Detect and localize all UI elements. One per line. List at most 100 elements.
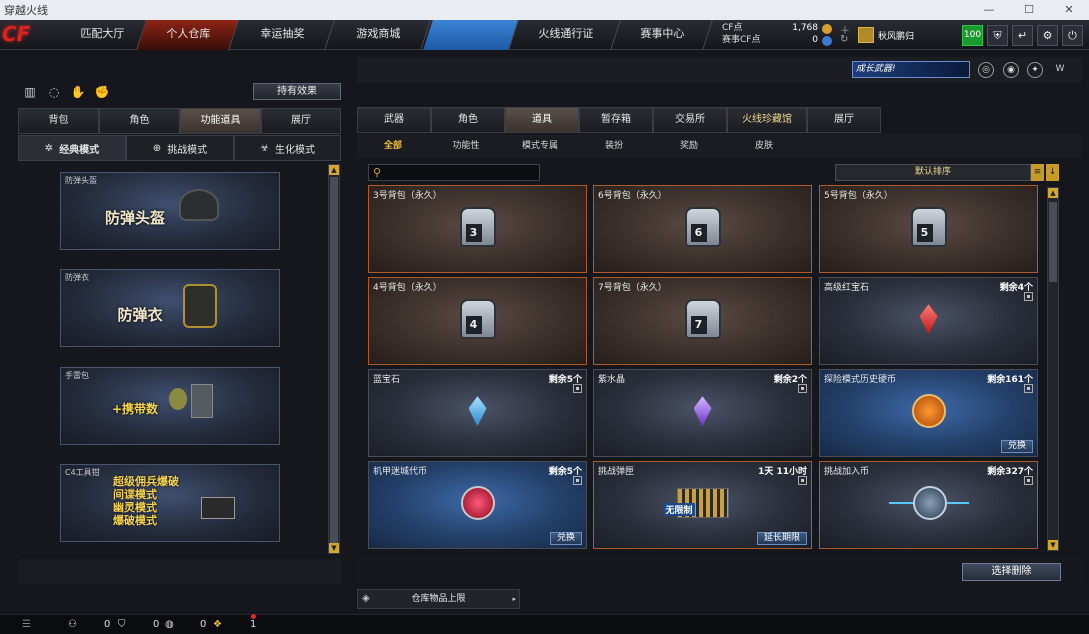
item-card[interactable]: 挑战弹匣 1天 11小时 ▪ 无限制 延长期限 xyxy=(593,461,812,549)
tab-weapons[interactable]: 武器 xyxy=(357,107,431,133)
exchange-button[interactable]: 兑换 xyxy=(1000,440,1033,453)
level-badge[interactable]: 100 xyxy=(962,25,983,46)
item-card[interactable]: 7号背包（永久） 7 xyxy=(593,277,812,365)
subtab-costume[interactable]: 装扮 xyxy=(577,134,651,158)
growth-weapon-banner[interactable]: 成长武器! xyxy=(852,61,970,78)
extend-button[interactable]: 延长期限 xyxy=(756,532,807,545)
tab-collection[interactable]: 火线珍藏馆 xyxy=(727,107,807,133)
item-card[interactable]: 挑战加入币 剩余327个 ▪ xyxy=(819,461,1038,549)
menu-icon[interactable]: ☰ xyxy=(22,618,31,632)
tab-characters[interactable]: 角色 xyxy=(431,107,505,133)
tab-functional-items[interactable]: 功能道具 xyxy=(180,108,261,134)
mode-label: 经典模式 xyxy=(59,144,100,156)
item-card[interactable]: 高级红宝石 剩余4个 ▪ xyxy=(819,277,1038,365)
tab-character[interactable]: 角色 xyxy=(99,108,180,134)
user-box[interactable]: 秋风鹏归 xyxy=(858,25,958,45)
item-card-vest[interactable]: 防弹衣 防弹衣 xyxy=(60,269,280,347)
close-button[interactable]: ✕ xyxy=(1049,0,1089,20)
scroll-thumb[interactable] xyxy=(330,177,338,543)
subtab-mode-exclusive[interactable]: 模式专属 xyxy=(503,134,577,158)
scroll-up-arrow[interactable]: ▲ xyxy=(1048,188,1058,198)
gear-icon[interactable]: ⚙ xyxy=(1037,25,1058,46)
user-name: 秋风鹏归 xyxy=(878,31,915,42)
lock-icon[interactable]: ▪ xyxy=(798,476,807,485)
chevron-icon[interactable]: W xyxy=(1052,62,1068,78)
fist-icon[interactable]: ✊ xyxy=(94,84,110,100)
tab-items[interactable]: 道具 xyxy=(505,107,579,133)
nav-label: 火线通行证 xyxy=(538,27,594,40)
left-scrollbar[interactable]: ▲ ▼ xyxy=(328,164,340,554)
mode-zombie[interactable]: ☣ 生化模式 xyxy=(234,135,341,161)
badge-icon-2[interactable]: ◉ xyxy=(1003,62,1019,78)
subtab-rewards[interactable]: 奖励 xyxy=(651,134,727,158)
lock-icon[interactable]: ▪ xyxy=(1024,292,1033,301)
item-card-helmet[interactable]: 防弹头盔 防弹头盔 xyxy=(60,172,280,250)
subtab-skins[interactable]: 皮肤 xyxy=(727,134,801,158)
lock-icon[interactable]: ▪ xyxy=(573,476,582,485)
cycle-icon[interactable]: ◌ xyxy=(46,84,62,100)
nav-lucky-draw[interactable]: 幸运抽奖 xyxy=(229,20,335,50)
item-card[interactable]: 机甲迷城代币 剩余5个 ▪ 兑换 xyxy=(368,461,587,549)
maximize-button[interactable]: ☐ xyxy=(1009,0,1049,20)
nav-personal-warehouse[interactable]: 个人仓库 xyxy=(137,20,239,50)
hand-icon[interactable]: ✋ xyxy=(70,84,86,100)
shield-icon[interactable]: ⛨ xyxy=(987,25,1008,46)
lock-icon[interactable]: ▪ xyxy=(798,384,807,393)
tab-storage-box[interactable]: 暂存箱 xyxy=(579,107,653,133)
gift-icon[interactable]: ❖ xyxy=(213,618,222,632)
currency-values: 1,768 0 xyxy=(780,22,818,46)
item-card[interactable]: 3号背包（永久） 3 xyxy=(368,185,587,273)
banner-bar xyxy=(357,57,1082,83)
friends-icon[interactable]: ⚇ xyxy=(68,618,77,632)
exit-room-icon[interactable]: ↵ xyxy=(1012,25,1033,46)
holding-effect-button[interactable]: 持有效果 xyxy=(253,83,341,100)
scroll-down-arrow[interactable]: ▼ xyxy=(1048,540,1058,550)
exchange-button[interactable]: 兑换 xyxy=(549,532,582,545)
nav-blue-tab[interactable] xyxy=(423,20,519,50)
item-card[interactable]: 5号背包（永久） 5 xyxy=(819,185,1038,273)
stats-icon[interactable]: ▥ xyxy=(22,84,38,100)
tab-backpack[interactable]: 背包 xyxy=(18,108,99,134)
badge-icon-1[interactable]: ◎ xyxy=(978,62,994,78)
nav-game-mall[interactable]: 游戏商城 xyxy=(325,20,431,50)
lock-icon[interactable]: ▪ xyxy=(1024,384,1033,393)
chat-icon[interactable]: ◍ xyxy=(165,618,174,632)
search-input[interactable]: ⚲ xyxy=(368,164,540,181)
chat-count: 0 xyxy=(200,619,207,630)
scroll-up-arrow[interactable]: ▲ xyxy=(329,165,339,175)
item-card[interactable]: 探险模式历史硬币 剩余161个 ▪ 兑换 xyxy=(819,369,1038,457)
nav-event-center[interactable]: 赛事中心 xyxy=(611,20,713,50)
window-title: 穿越火线 xyxy=(4,4,48,17)
item-card[interactable]: 蓝宝石 剩余5个 ▪ xyxy=(368,369,587,457)
badge-icon-3[interactable]: ✦ xyxy=(1027,62,1043,78)
nav-match-hall[interactable]: 匹配大厅 xyxy=(57,20,147,50)
tab-exchange[interactable]: 交易所 xyxy=(653,107,727,133)
lock-icon[interactable]: ▪ xyxy=(573,384,582,393)
item-card[interactable]: 6号背包（永久） 6 xyxy=(593,185,812,273)
shield-status-icon[interactable]: ⛉ xyxy=(118,618,126,632)
item-card-grenade-pack[interactable]: 手雷包 +携带数 xyxy=(60,367,280,445)
nav-battle-pass[interactable]: 火线通行证 xyxy=(511,20,621,50)
power-icon[interactable]: ⏻ xyxy=(1062,25,1083,46)
mode-challenge[interactable]: ⊕ 挑战模式 xyxy=(126,135,234,161)
card-title: +携带数 xyxy=(111,402,159,416)
subtab-all[interactable]: 全部 xyxy=(357,134,429,158)
right-scrollbar[interactable]: ▲ ▼ xyxy=(1047,187,1059,551)
item-card[interactable]: 4号背包（永久） 4 xyxy=(368,277,587,365)
select-delete-button[interactable]: 选择删除 xyxy=(962,563,1061,581)
scroll-thumb[interactable] xyxy=(1049,202,1057,282)
scroll-down-arrow[interactable]: ▼ xyxy=(329,543,339,553)
item-card[interactable]: 紫水晶 剩余2个 ▪ xyxy=(593,369,812,457)
sort-order-icon[interactable]: ↓ xyxy=(1046,164,1059,181)
tab-showroom[interactable]: 展厅 xyxy=(261,108,341,134)
lock-icon[interactable]: ▪ xyxy=(1024,476,1033,485)
subtab-functional[interactable]: 功能性 xyxy=(429,134,503,158)
list-view-icon[interactable]: ≡ xyxy=(1031,164,1044,181)
mode-classic[interactable]: ✲ 经典模式 xyxy=(18,135,126,161)
sort-select[interactable]: 默认排序 xyxy=(835,164,1031,181)
minimize-button[interactable]: — xyxy=(969,0,1009,20)
item-card-c4-pliers[interactable]: C4工具钳 超级佣兵爆破 间谍模式 幽灵模式 爆破模式 xyxy=(60,464,280,542)
warehouse-capacity-button[interactable]: ◈ 仓库物品上限 ▸ xyxy=(357,589,520,609)
refresh-icon[interactable]: ↻ xyxy=(840,34,848,45)
tab-right-showroom[interactable]: 展厅 xyxy=(807,107,881,133)
